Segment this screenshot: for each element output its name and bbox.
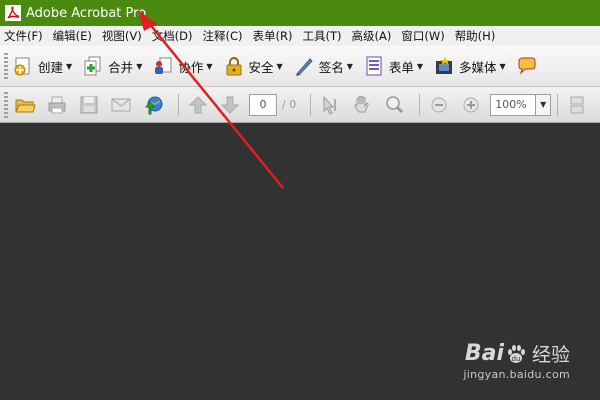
- chevron-down-icon: ▼: [346, 61, 353, 71]
- combine-icon: [84, 56, 101, 76]
- menu-bar: 文件(F) 编辑(E) 视图(V) 文档(D) 注释(C) 表单(R) 工具(T…: [0, 26, 600, 46]
- multimedia-label: 多媒体: [459, 59, 497, 75]
- cursor-text-select-icon: [323, 95, 336, 115]
- title-bar: Adobe Acrobat Pro: [0, 0, 600, 26]
- page-layout-button[interactable]: [564, 92, 590, 118]
- tasks-toolbar: 创建 ▼ 合并 ▼ 协作 ▼ 安全 ▼ 签名 ▼ 表单 ▼ 多媒体 ▼: [0, 46, 600, 87]
- zoom-level-input[interactable]: 100%: [490, 93, 537, 116]
- baidu-jingyan-watermark: Bai du 经验 jingyan.baidu.com: [420, 340, 570, 390]
- zoom-out-button[interactable]: [426, 92, 452, 118]
- chevron-down-icon: ▼: [540, 100, 547, 109]
- menu-view[interactable]: 视图(V): [97, 28, 147, 44]
- chevron-down-icon: ▼: [66, 61, 73, 71]
- baidu-logo-text-cn: 经验: [531, 344, 570, 366]
- chevron-down-icon: ▼: [206, 61, 213, 71]
- page-number-input[interactable]: 0: [249, 93, 277, 116]
- navigation-toolbar: 0 / 0 100% ▼: [0, 87, 600, 123]
- secure-label: 安全: [248, 59, 274, 75]
- toolbar-separator: [310, 93, 312, 116]
- zoom-out-icon: [431, 97, 447, 112]
- floppy-disk-icon: [80, 96, 98, 113]
- form-icon: [366, 56, 382, 76]
- arrow-down-icon: [220, 96, 240, 114]
- baidu-logo-text-left: Bai: [464, 341, 504, 366]
- create-label: 创建: [38, 59, 64, 75]
- menu-comments[interactable]: 注释(C): [198, 28, 248, 44]
- zoom-dropdown-button[interactable]: ▼: [536, 93, 552, 116]
- multimedia-button[interactable]: 多媒体 ▼: [433, 55, 506, 77]
- hand-icon: [354, 95, 369, 112]
- toolbar-separator: [557, 93, 559, 116]
- printer-icon: [48, 96, 66, 113]
- combine-button[interactable]: 合并 ▼: [82, 55, 142, 77]
- menu-window[interactable]: 窗口(W): [396, 28, 449, 44]
- print-button[interactable]: [44, 92, 70, 118]
- baidu-logo: Bai du 经验: [465, 340, 570, 367]
- window-title: Adobe Acrobat Pro: [26, 5, 147, 21]
- chevron-down-icon: ▼: [499, 61, 506, 71]
- collaborate-label: 协作: [178, 59, 204, 75]
- comment-bubble-icon: [518, 57, 536, 75]
- email-button[interactable]: [108, 92, 134, 118]
- marquee-zoom-button[interactable]: [381, 92, 407, 118]
- collaborate-icon: [155, 57, 172, 74]
- page-layout-icon: [570, 96, 584, 113]
- toolbar-separator: [178, 93, 179, 116]
- folder-open-icon: [15, 99, 36, 112]
- combine-label: 合并: [108, 59, 134, 75]
- arrow-up-icon: [188, 95, 208, 113]
- chevron-down-icon: ▼: [136, 61, 143, 71]
- zoom-tool-icon: [386, 95, 404, 113]
- menu-advanced[interactable]: 高级(A): [347, 28, 397, 44]
- toolbar-grip[interactable]: [4, 53, 8, 79]
- toolbar-grip[interactable]: [4, 91, 8, 118]
- globe-upload-icon: [144, 96, 163, 114]
- sign-button[interactable]: 签名 ▼: [293, 55, 353, 77]
- previous-page-button[interactable]: [185, 92, 211, 118]
- create-button[interactable]: 创建 ▼: [12, 55, 72, 77]
- comment-button[interactable]: [516, 55, 542, 77]
- open-button[interactable]: [12, 92, 38, 118]
- collaborate-button[interactable]: 协作 ▼: [152, 55, 213, 77]
- page-total: / 0: [282, 98, 297, 111]
- forms-button[interactable]: 表单 ▼: [363, 55, 423, 77]
- upload-web-button[interactable]: [140, 92, 166, 118]
- hand-tool-button[interactable]: [349, 92, 375, 118]
- secure-button[interactable]: 安全 ▼: [223, 55, 283, 77]
- save-button[interactable]: [76, 92, 102, 118]
- multimedia-icon: [436, 57, 453, 74]
- paw-icon: du: [507, 344, 525, 363]
- toolbar-separator: [419, 93, 421, 116]
- create-icon: [14, 57, 30, 76]
- chevron-down-icon: ▼: [416, 61, 424, 71]
- menu-forms[interactable]: 表单(R): [248, 28, 298, 44]
- sign-label: 签名: [318, 59, 344, 75]
- zoom-in-button[interactable]: [458, 92, 484, 118]
- chevron-down-icon: ▼: [276, 61, 283, 71]
- next-page-button[interactable]: [217, 92, 243, 118]
- menu-tools[interactable]: 工具(T): [298, 28, 347, 44]
- select-tool-button[interactable]: [317, 92, 343, 118]
- pen-icon: [295, 58, 313, 76]
- forms-label: 表单: [388, 59, 414, 75]
- envelope-icon: [111, 98, 131, 111]
- acrobat-logo-icon: [5, 5, 21, 21]
- lock-icon: [226, 57, 242, 76]
- menu-edit[interactable]: 编辑(E): [48, 28, 97, 44]
- menu-document[interactable]: 文档(D): [147, 28, 198, 44]
- watermark-url: jingyan.baidu.com: [463, 368, 570, 381]
- menu-help[interactable]: 帮助(H): [450, 28, 501, 44]
- zoom-in-icon: [463, 97, 479, 112]
- svg-text:du: du: [512, 355, 521, 363]
- menu-file[interactable]: 文件(F): [0, 28, 48, 44]
